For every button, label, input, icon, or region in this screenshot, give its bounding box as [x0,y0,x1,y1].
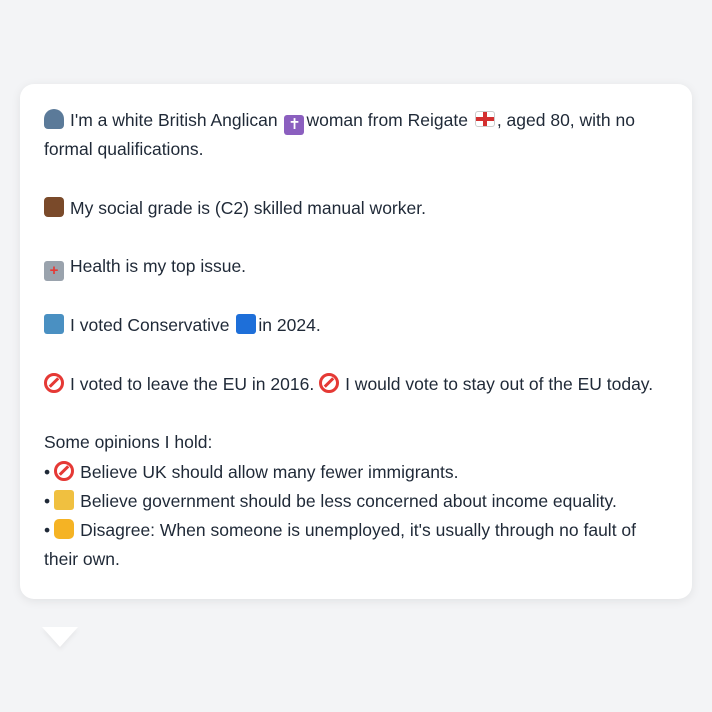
user-icon [44,109,64,129]
opinion-text: Believe government should be less concer… [80,490,617,511]
briefcase-icon [44,196,64,217]
opinions-heading: Some opinions I hold: [44,432,213,453]
scales-icon [54,489,75,510]
eu-vote-text-pre: I voted to leave the EU in 2016. [70,373,315,394]
bullet: • [44,490,51,511]
no-entry-icon [44,372,64,393]
list-item: • Believe government should be less conce… [44,487,668,516]
list-item: • Disagree: When someone is unemployed, i… [44,516,668,575]
social-grade-text: My social grade is (C2) skilled manual w… [70,197,426,218]
speech-bubble-tail [42,627,78,647]
eu-vote-text-post: I would vote to stay out of the EU today… [345,373,654,394]
list-item: • Believe UK should allow many fewer immi… [44,458,668,487]
opinion-text: Disagree: When someone is unemployed, it… [44,520,637,570]
top-issue-line: + Health is my top issue. [44,252,668,282]
identity-text-mid: woman from Reigate [306,110,468,130]
identity-line: I'm a white British Anglican ✝ woman from… [44,106,668,165]
latin-cross-icon: ✝ [284,115,305,135]
top-issue-text: Health is my top issue. [70,256,247,277]
england-flag-icon [474,111,495,127]
social-grade-line: My social grade is (C2) skilled manual w… [44,194,668,223]
bullet: • [44,520,51,541]
vote-2024-line: I voted Conservative in 2024. [44,311,668,340]
thumbs-down-icon [54,519,75,540]
vote-2024-text-post: in 2024. [258,315,321,336]
opinions-list: • Believe UK should allow many fewer immi… [44,458,668,575]
eu-vote-line: I voted to leave the EU in 2016. I would… [44,370,668,399]
profile-message-card: I'm a white British Anglican ✝ woman from… [20,84,692,599]
hospital-icon: + [44,261,64,282]
identity-text-pre: I'm a white British Anglican [70,110,278,130]
blue-square-icon [236,314,257,335]
opinion-text: Believe UK should allow many fewer immig… [80,461,459,482]
bullet: • [44,461,51,482]
vote-2024-text-pre: I voted Conservative [70,315,230,336]
no-entry-icon [54,460,75,481]
ballot-box-icon [44,314,64,335]
no-entry-icon [319,372,340,393]
